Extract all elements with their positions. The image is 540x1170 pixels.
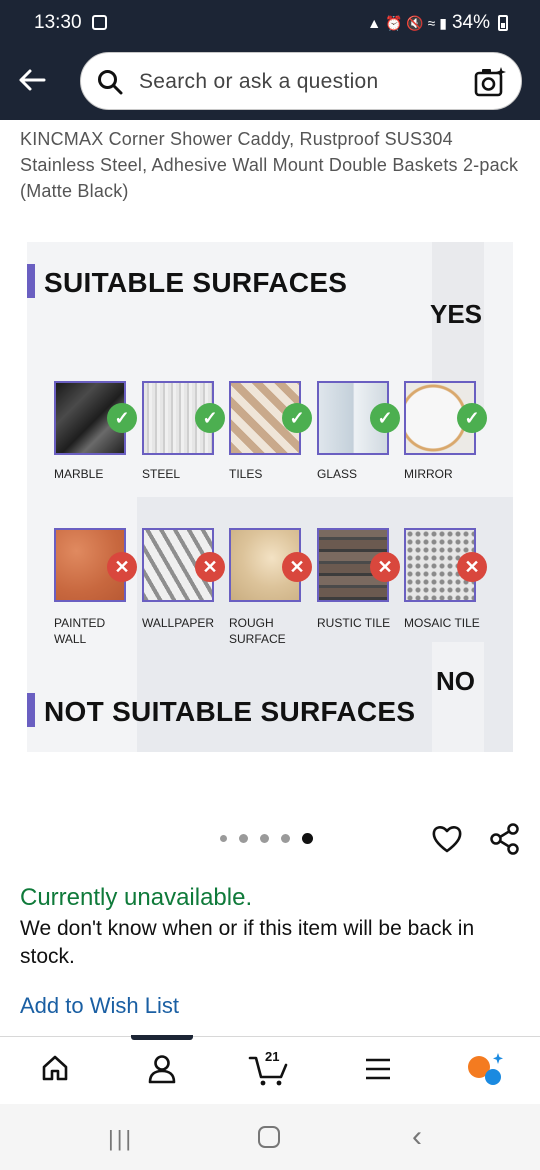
rufus-assistant-icon[interactable] (466, 1051, 506, 1087)
swatch-label: PAINTED WALL (54, 616, 106, 646)
swatch-label: RUSTIC TILE (317, 616, 391, 630)
cross-icon: ✕ (282, 552, 312, 582)
battery-percent: 34% (451, 12, 490, 33)
add-to-wish-list-link[interactable]: Add to Wish List (20, 993, 179, 1019)
bottom-nav: 21 (0, 1035, 540, 1104)
swatch-label: MIRROR (404, 467, 453, 481)
status-icons: ▲ ⏰ 🔇 ≈ ▮ 34% (367, 12, 508, 34)
carousel-dots[interactable] (220, 833, 313, 844)
swatch-label: WALLPAPER (142, 616, 215, 630)
system-nav-bar: ||| ‹ (0, 1104, 540, 1170)
carousel-dot[interactable] (260, 834, 269, 843)
check-icon: ✓ (457, 403, 487, 433)
heading-accent-bar (27, 693, 35, 727)
recent-apps-icon[interactable]: ||| (108, 1126, 134, 1152)
heart-icon[interactable] (430, 822, 464, 856)
swatch-label: GLASS (317, 467, 358, 481)
check-icon: ✓ (195, 403, 225, 433)
swatch-label: TILES (229, 467, 263, 481)
cross-icon: ✕ (195, 552, 225, 582)
battery-icon (498, 15, 508, 31)
camera-search-icon[interactable] (473, 65, 507, 99)
product-image[interactable]: SUITABLE SURFACES YES ✓ MARBLE ✓ STEEL ✓… (27, 242, 513, 752)
carousel-dot[interactable] (239, 834, 248, 843)
home-icon[interactable] (40, 1053, 70, 1083)
status-time: 13:30 (34, 12, 82, 33)
no-label: NO (436, 666, 475, 696)
search-input[interactable]: Search or ask a question (139, 70, 379, 94)
check-icon: ✓ (107, 403, 137, 433)
not-suitable-heading: NOT SUITABLE SURFACES (44, 696, 416, 727)
search-box[interactable]: Search or ask a question (80, 52, 522, 110)
menu-icon[interactable] (364, 1056, 392, 1082)
search-icon (98, 70, 123, 95)
search-header: Search or ask a question (0, 48, 540, 120)
stock-note: We don't know when or if this item will … (20, 917, 475, 968)
back-button-icon[interactable]: ‹ (412, 1120, 422, 1154)
cross-icon: ✕ (370, 552, 400, 582)
image-bg-block (432, 642, 484, 752)
cross-icon: ✕ (457, 552, 487, 582)
carousel-dot[interactable] (281, 834, 290, 843)
cross-icon: ✕ (107, 552, 137, 582)
share-icon[interactable] (488, 822, 522, 856)
status-system-icons: ▲ ⏰ 🔇 ≈ ▮ (367, 14, 447, 31)
swatch-label: ROUGH SURFACE (229, 616, 286, 646)
swatch-label: MARBLE (54, 467, 104, 481)
heading-accent-bar (27, 264, 35, 298)
account-icon[interactable] (146, 1053, 178, 1085)
check-icon: ✓ (282, 403, 312, 433)
nav-active-indicator (131, 1035, 193, 1040)
yes-label: YES (430, 299, 483, 329)
carousel-dot-active[interactable] (302, 833, 313, 844)
back-arrow-icon[interactable] (16, 64, 48, 96)
carousel-dot[interactable] (220, 835, 227, 842)
home-button-icon[interactable] (258, 1126, 280, 1148)
product-title: KINCMAX Corner Shower Caddy, Rustproof S… (20, 129, 519, 201)
availability-status: Currently unavailable. (20, 884, 253, 911)
cart-icon[interactable] (248, 1055, 290, 1087)
suitable-heading: SUITABLE SURFACES (44, 267, 348, 298)
gallery-notification-icon (92, 15, 107, 30)
check-icon: ✓ (370, 403, 400, 433)
status-bar: 13:30 ▲ ⏰ 🔇 ≈ ▮ 34% (0, 0, 540, 48)
swatch-label: STEEL (142, 467, 181, 481)
swatch-label: MOSAIC TILE (404, 616, 480, 630)
